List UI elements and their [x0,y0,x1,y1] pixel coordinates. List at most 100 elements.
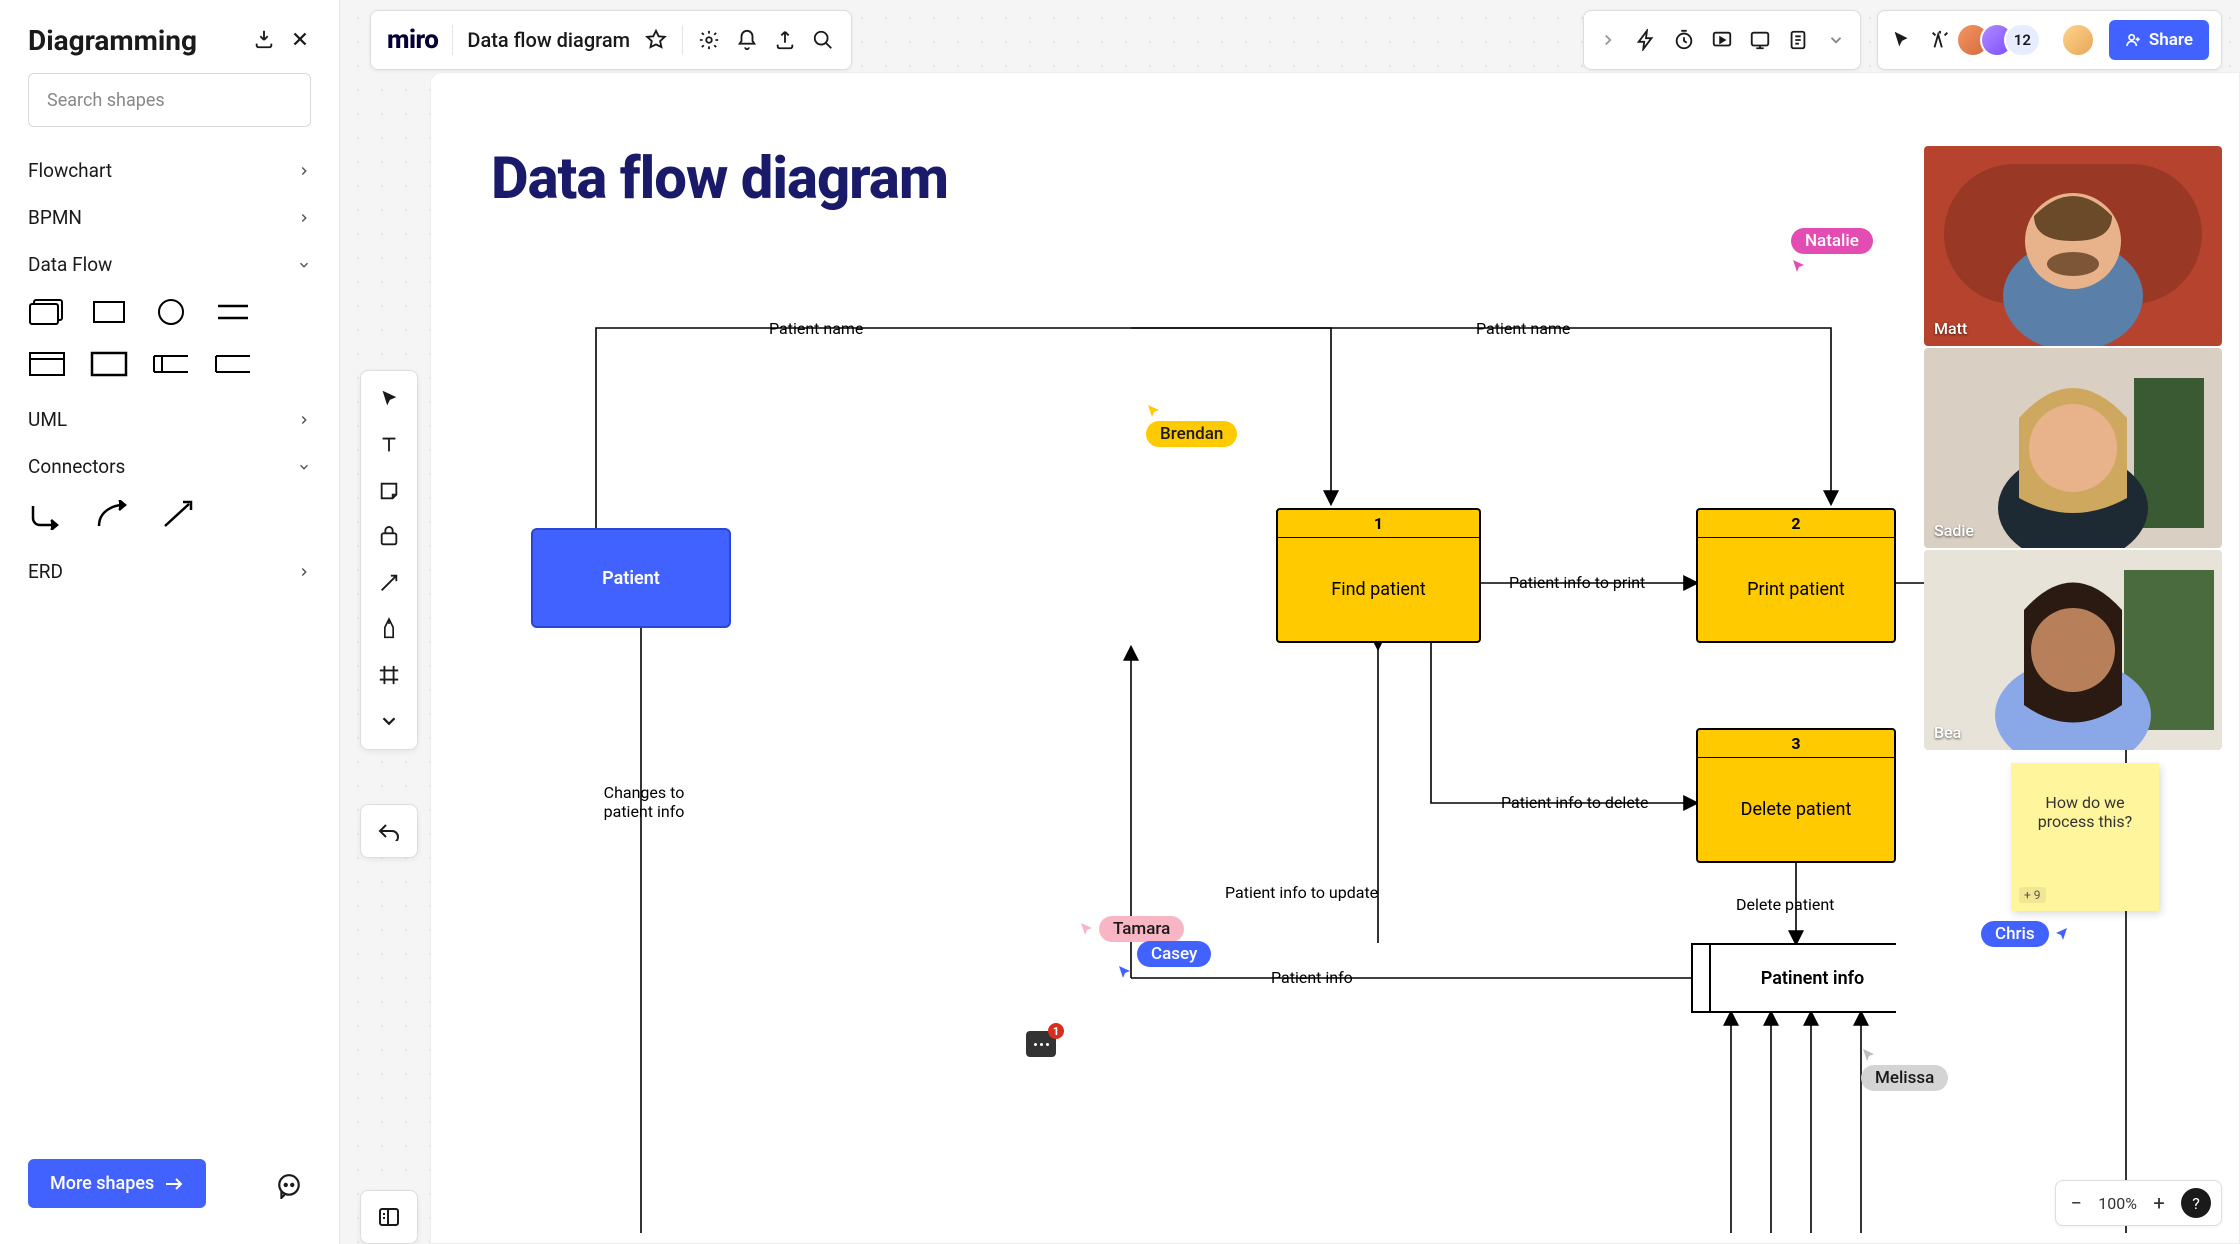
category-dataflow[interactable]: Data Flow [28,241,311,288]
edge-label: Patient name [1476,319,1570,338]
chevron-right-icon [297,565,311,579]
category-bpmn[interactable]: BPMN [28,194,311,241]
connector-curve[interactable] [94,500,130,530]
node-number: 3 [1698,730,1894,758]
text-tool[interactable] [371,427,407,463]
search-input[interactable] [28,73,311,127]
chevron-right-icon [297,413,311,427]
shape-header-rect[interactable] [28,350,66,378]
edge-label: Patient info to delete [1501,793,1649,812]
import-icon[interactable] [253,28,275,54]
shape-datastore-left[interactable] [152,350,190,378]
more-icon[interactable] [1824,28,1848,52]
sticky-tool[interactable] [371,473,407,509]
category-connectors[interactable]: Connectors [28,443,311,490]
zoom-level[interactable]: 100% [2098,1194,2137,1213]
panel-toggle-button[interactable] [360,1190,418,1244]
cursor-icon [1079,921,1095,937]
more-tools[interactable] [371,703,407,739]
node-patient[interactable]: Patient [531,528,731,628]
video-tile-sadie[interactable]: Sadie [1924,348,2222,548]
panel-title: Diagramming [28,24,197,57]
category-label: Connectors [28,455,125,478]
comment-thread[interactable]: 1 [1026,1031,1056,1057]
node-find-patient[interactable]: 1 Find patient [1276,508,1481,643]
shape-datastore-open[interactable] [214,350,252,378]
share-button[interactable]: Share [2109,20,2209,60]
cursor-chris: Chris [1981,921,2069,947]
video-tile-bea[interactable]: Bea [1924,550,2222,750]
chevron-down-icon [297,460,311,474]
node-patient-info-store[interactable]: Patinent info [1691,943,1896,1013]
help-button[interactable]: ? [2181,1188,2211,1218]
category-flowchart[interactable]: Flowchart [28,147,311,194]
node-delete-patient[interactable]: 3 Delete patient [1696,728,1896,863]
cursor-icon [1117,964,1133,980]
node-label: Delete patient [1698,758,1894,861]
more-shapes-button[interactable]: More shapes [28,1159,206,1208]
timer-icon[interactable] [1672,28,1696,52]
chat-icon [276,1173,302,1199]
chevron-down-icon [297,258,311,272]
chevron-right-icon [297,164,311,178]
category-label: BPMN [28,206,82,229]
board-header: miro Data flow diagram [370,10,852,70]
bolt-icon[interactable] [1634,28,1658,52]
chevron-right-icon[interactable] [1596,28,1620,52]
arrow-tool[interactable] [371,565,407,601]
gear-icon[interactable] [697,28,721,52]
shape-rect-thick[interactable] [90,350,128,378]
board-name[interactable]: Data flow diagram [467,28,630,52]
cursor-icon[interactable] [1890,28,1914,52]
category-uml[interactable]: UML [28,396,311,443]
undo-button[interactable] [360,804,418,858]
cursor-label: Melissa [1861,1065,1948,1091]
shape-multidoc[interactable] [28,298,66,326]
notes-icon[interactable] [1786,28,1810,52]
export-icon[interactable] [773,28,797,52]
cursor-label: Chris [1981,921,2049,947]
shape-tool[interactable] [371,519,407,555]
cursor-icon [1861,1047,1877,1063]
present-icon[interactable] [1710,28,1734,52]
node-label: Print patient [1698,538,1894,641]
cursor-natalie: Natalie [1791,228,1873,274]
shapes-panel: Diagramming Flowchart BPMN Data Flow [0,0,340,1244]
logo[interactable]: miro [387,25,438,55]
video-name: Matt [1934,319,1967,338]
bell-icon[interactable] [735,28,759,52]
cursor-icon [1146,403,1162,419]
canvas[interactable]: miro Data flow diagram [340,0,2240,1244]
cursor-icon [2053,926,2069,942]
edge-label: Delete patient [1736,895,1834,914]
frame-tool[interactable] [371,657,407,693]
close-icon[interactable] [289,28,311,54]
category-label: Data Flow [28,253,112,276]
connector-elbow[interactable] [28,500,64,530]
zoom-out-button[interactable]: − [2066,1193,2086,1213]
shape-lines[interactable] [214,298,252,326]
shape-circle[interactable] [152,298,190,326]
zoom-in-button[interactable]: + [2149,1193,2169,1213]
feedback-button[interactable] [267,1164,311,1208]
pen-tool[interactable] [371,611,407,647]
sticky-reactions[interactable]: + 9 [2019,887,2046,903]
category-erd[interactable]: ERD [28,548,311,595]
avatar-self[interactable] [2061,23,2095,57]
select-tool[interactable] [371,381,407,417]
cursor-casey: Casey [1117,941,1211,967]
search-icon[interactable] [811,28,835,52]
video-tile-matt[interactable]: Matt [1924,146,2222,346]
embed-icon[interactable] [1748,28,1772,52]
reactions-icon[interactable] [1928,28,1952,52]
avatar-stack[interactable]: 12 [1966,23,2041,57]
sticky-note[interactable]: How do we process this? + 9 [2011,763,2159,911]
cursor-label: Casey [1137,941,1211,967]
more-shapes-label: More shapes [50,1173,154,1194]
node-print-patient[interactable]: 2 Print patient [1696,508,1896,643]
dataflow-shapes [28,288,311,396]
shape-rect[interactable] [90,298,128,326]
collab-group: 12 Share [1877,10,2222,70]
star-icon[interactable] [644,28,668,52]
connector-line[interactable] [160,500,196,530]
